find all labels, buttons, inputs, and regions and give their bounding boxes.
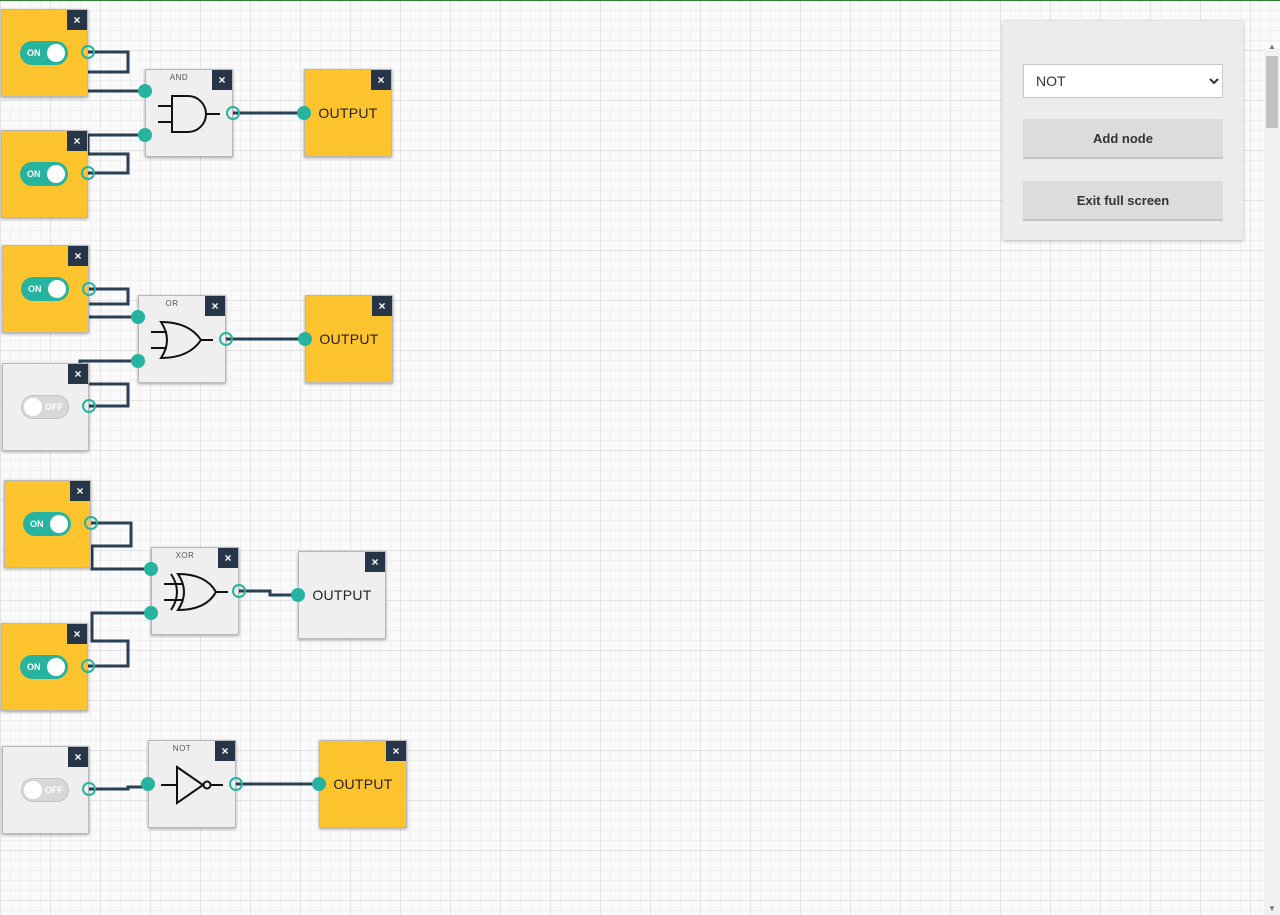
gate-title: OR — [165, 299, 179, 308]
wire — [87, 785, 150, 791]
input-node-3[interactable]: × ON — [2, 245, 89, 333]
xor-gate-node[interactable]: XOR × — [151, 547, 239, 635]
top-accent-line — [0, 0, 1280, 1]
input-node-4[interactable]: × OFF — [2, 363, 89, 451]
toggle-knob — [50, 515, 68, 533]
input-node-6[interactable]: × ON — [1, 623, 88, 711]
toggle-knob — [47, 44, 65, 62]
toggle-label: ON — [27, 662, 41, 672]
input-toggle[interactable]: ON — [23, 512, 71, 536]
input-toggle[interactable]: OFF — [21, 395, 69, 419]
not-gate-icon — [161, 765, 223, 805]
output-node-3[interactable]: OUTPUT × — [298, 551, 386, 639]
toggle-knob — [47, 658, 65, 676]
toggle-label: OFF — [45, 402, 63, 412]
close-button[interactable]: × — [371, 70, 391, 90]
gate-title: XOR — [175, 551, 195, 560]
close-button[interactable]: × — [212, 70, 232, 90]
toggle-knob — [47, 165, 65, 183]
or-gate-node[interactable]: OR × — [138, 295, 226, 383]
close-button[interactable]: × — [215, 741, 235, 761]
exit-full-screen-button[interactable]: Exit full screen — [1023, 181, 1223, 221]
toggle-label: ON — [27, 48, 41, 58]
wire — [82, 50, 147, 93]
scroll-down-arrow-icon[interactable]: ▼ — [1268, 904, 1276, 913]
close-button[interactable]: × — [68, 747, 88, 767]
gate-title: AND — [169, 73, 189, 82]
close-button[interactable]: × — [218, 548, 238, 568]
output-node-1[interactable]: OUTPUT × — [304, 69, 392, 157]
node-type-select[interactable]: NOT — [1023, 64, 1223, 98]
input-toggle[interactable]: OFF — [21, 778, 69, 802]
input-node-2[interactable]: × ON — [1, 130, 88, 218]
input-node-1[interactable]: × ON — [1, 9, 88, 97]
xor-gate-icon — [164, 572, 228, 612]
wire — [89, 521, 153, 571]
input-toggle[interactable]: ON — [20, 41, 68, 65]
close-button[interactable]: × — [70, 481, 90, 501]
wire — [86, 133, 147, 175]
toggle-knob — [24, 398, 42, 416]
toggle-label: ON — [27, 169, 41, 179]
output-node-2[interactable]: OUTPUT × — [305, 295, 393, 383]
toggle-knob — [48, 280, 66, 298]
close-button[interactable]: × — [386, 741, 406, 761]
close-button[interactable]: × — [67, 624, 87, 644]
and-gate-icon — [158, 95, 220, 133]
wire — [86, 611, 153, 668]
close-button[interactable]: × — [365, 552, 385, 572]
input-node-7[interactable]: × OFF — [2, 746, 89, 834]
vertical-scrollbar[interactable]: ▲ ▼ — [1264, 42, 1280, 915]
or-gate-icon — [151, 320, 213, 360]
add-node-button[interactable]: Add node — [1023, 119, 1223, 159]
toggle-label: ON — [28, 284, 42, 294]
close-button[interactable]: × — [67, 131, 87, 151]
close-button[interactable]: × — [67, 10, 87, 30]
close-button[interactable]: × — [68, 364, 88, 384]
close-button[interactable]: × — [68, 246, 88, 266]
gate-title: NOT — [172, 744, 192, 753]
input-node-5[interactable]: × ON — [4, 480, 91, 568]
and-gate-node[interactable]: AND × — [145, 69, 233, 157]
toggle-knob — [24, 781, 42, 799]
scrollbar-thumb[interactable] — [1266, 56, 1278, 128]
input-toggle[interactable]: ON — [20, 162, 68, 186]
close-button[interactable]: × — [205, 296, 225, 316]
close-button[interactable]: × — [372, 296, 392, 316]
toggle-label: OFF — [45, 785, 63, 795]
input-toggle[interactable]: ON — [20, 655, 68, 679]
control-panel: NOT Add node Exit full screen — [1003, 21, 1243, 240]
not-gate-node[interactable]: NOT × — [148, 740, 236, 828]
toggle-label: ON — [30, 519, 44, 529]
wire — [237, 589, 300, 597]
scroll-up-arrow-icon[interactable]: ▲ — [1268, 42, 1276, 51]
output-node-4[interactable]: OUTPUT × — [319, 740, 407, 828]
input-toggle[interactable]: ON — [21, 277, 69, 301]
